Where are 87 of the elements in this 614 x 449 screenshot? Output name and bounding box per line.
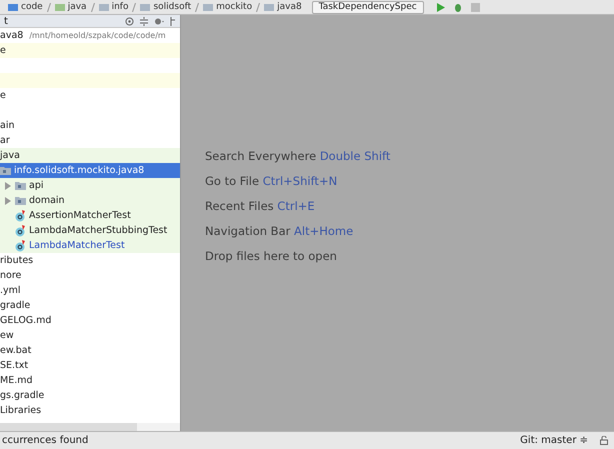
tree-row[interactable]: ava8 /mnt/homeold/szpak/code/code/m: [0, 28, 180, 43]
hint-text: Recent Files Ctrl+E: [205, 199, 316, 214]
separator-icon: [132, 2, 136, 12]
tree-row[interactable]: SE.txt: [0, 358, 180, 373]
tree-row[interactable]: gradle: [0, 298, 180, 313]
file-name: AssertionMatcherTest: [29, 210, 131, 221]
file-name: ew.bat: [0, 345, 32, 356]
tree-row[interactable]: GELOG.md: [0, 313, 180, 328]
tree-row[interactable]: AssertionMatcherTest: [0, 208, 180, 223]
status-message: ccurrences found: [2, 435, 90, 446]
tree-row[interactable]: nore: [0, 268, 180, 283]
folder-icon: [8, 4, 18, 10]
breadcrumb-item[interactable]: mockito: [216, 2, 252, 12]
lock-icon[interactable]: [600, 436, 608, 445]
folder-icon: [98, 4, 109, 10]
file-name: ain: [0, 120, 14, 131]
package-icon: [15, 181, 26, 190]
breadcrumb-item[interactable]: java: [68, 2, 87, 12]
file-name: GELOG.md: [0, 315, 52, 326]
breadcrumb-item[interactable]: solidsoft: [153, 2, 192, 12]
expand-arrow-icon[interactable]: [4, 196, 12, 204]
tree-row[interactable]: LambdaMatcherTest: [0, 238, 180, 253]
hint-text: Go to File Ctrl+Shift+N: [205, 174, 338, 189]
tree-row[interactable]: e: [0, 88, 180, 103]
folder-icon: [264, 4, 274, 10]
file-name: api: [29, 180, 44, 191]
file-name: e: [0, 90, 6, 101]
file-name: info.solidsoft.mockito.java8: [14, 165, 144, 176]
file-name: ME.md: [0, 375, 33, 386]
stop-icon[interactable]: [470, 2, 480, 12]
git-branch[interactable]: Git: master ≑: [520, 435, 588, 446]
file-name: ributes: [0, 255, 34, 266]
tree-row[interactable]: gs.gradle: [0, 388, 180, 403]
project-path: /mnt/homeold/szpak/code/code/m: [29, 31, 166, 40]
expand-arrow-icon[interactable]: [4, 182, 12, 190]
file-name: domain: [29, 195, 65, 206]
file-name: SE.txt: [0, 360, 28, 371]
file-name: LambdaMatcherStubbingTest: [29, 225, 168, 236]
tree-row[interactable]: e: [0, 43, 180, 58]
collapse-icon[interactable]: [140, 16, 148, 26]
folder-icon: [203, 4, 214, 10]
breadcrumb-item[interactable]: info: [112, 2, 128, 12]
scrollbar-thumb[interactable]: [0, 423, 137, 431]
file-name: gs.gradle: [0, 390, 44, 401]
hint-text: Navigation Bar Alt+Home: [205, 224, 354, 239]
test-class-icon: [15, 224, 26, 236]
file-name: java: [0, 150, 20, 161]
tree-row[interactable]: api: [0, 178, 180, 193]
test-class-icon: [15, 240, 26, 252]
tree-row[interactable]: Libraries: [0, 403, 180, 418]
tree-row[interactable]: LambdaMatcherStubbingTest: [0, 223, 180, 238]
run-icon[interactable]: [436, 2, 445, 12]
tree-row[interactable]: domain: [0, 193, 180, 208]
separator-icon: [195, 2, 200, 12]
breadcrumb-item[interactable]: code: [21, 2, 43, 12]
file-name: e: [0, 45, 6, 56]
pin-icon[interactable]: [170, 16, 176, 26]
package-icon: [15, 196, 26, 205]
hint-text: Search Everywhere Double Shift: [205, 149, 392, 164]
separator-icon: [90, 2, 95, 12]
file-name: ava8: [0, 30, 24, 41]
file-name: nore: [0, 270, 22, 281]
file-name: Libraries: [0, 405, 42, 416]
tree-row[interactable]: ain: [0, 118, 180, 133]
tree-row[interactable]: java: [0, 148, 180, 163]
file-name: ew: [0, 330, 14, 341]
tree-row[interactable]: .yml: [0, 283, 180, 298]
package-icon: [0, 166, 11, 175]
separator-icon: [256, 2, 260, 12]
tree-row[interactable]: ew.bat: [0, 343, 180, 358]
folder-icon: [140, 4, 150, 10]
tree-row[interactable]: ME.md: [0, 373, 180, 388]
target-icon[interactable]: [125, 16, 134, 26]
hint-text: Drop files here to open: [205, 249, 338, 264]
file-name: .yml: [0, 285, 21, 296]
file-name: gradle: [0, 300, 30, 311]
folder-icon: [54, 4, 65, 10]
breadcrumb-item[interactable]: java8: [277, 2, 302, 12]
tree-row[interactable]: ar: [0, 133, 180, 148]
tree-row[interactable]: ew: [0, 328, 180, 343]
separator-icon: [46, 2, 51, 12]
tree-row[interactable]: info.solidsoft.mockito.java8: [0, 163, 180, 178]
file-name: ar: [0, 135, 10, 146]
test-class-icon: [15, 210, 26, 222]
tree-row[interactable]: ributes: [0, 253, 180, 268]
run-config-dropdown[interactable]: TaskDependencySpec: [312, 0, 424, 14]
file-name: LambdaMatcherTest: [29, 240, 125, 251]
